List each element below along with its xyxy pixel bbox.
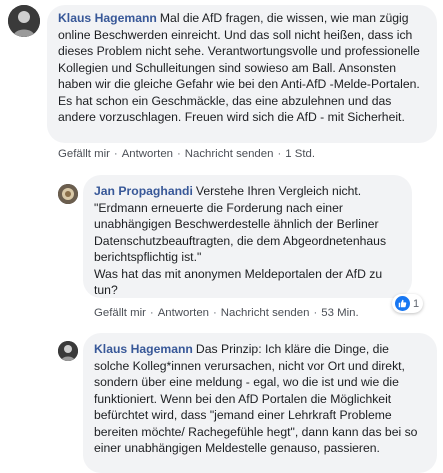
comment-text: Mal die AfD fragen, die wissen, wie man … [58,11,420,124]
profile-photo-icon [58,184,78,204]
comment-author[interactable]: Jan Propaghandi [94,184,193,198]
separator: · [177,148,181,160]
timestamp[interactable]: 1 Std. [285,148,315,160]
separator: · [277,148,282,160]
send-message-link[interactable]: Nachricht senden [185,148,274,160]
comment-actions: Gefällt mir · Antworten · Nachricht senden · 5… [94,307,359,319]
profile-photo-icon [8,5,40,37]
comment-author[interactable]: Klaus Hagemann [58,11,157,25]
separator: · [149,307,154,319]
comment-text: Verstehe Ihren Vergleich nicht. "Erdmann… [94,184,387,297]
timestamp[interactable]: 53 Min. [321,307,358,319]
avatar[interactable] [58,184,78,204]
separator: · [113,148,118,160]
profile-photo-icon [58,341,78,361]
like-link[interactable]: Gefällt mir [58,148,110,160]
comment-author[interactable]: Klaus Hagemann [94,342,193,356]
reaction-badge[interactable]: 1 [392,294,424,313]
comment-actions: Gefällt mir · Antworten · Nachricht senden · 1… [58,148,315,160]
comment-bubble: Klaus Hagemann Das Prinzip: Ich kläre die… [83,333,437,473]
reaction-count: 1 [413,297,420,310]
reply-link[interactable]: Antworten [122,148,173,160]
comment-text: Das Prinzip: Ich kläre die Dinge, die so… [94,342,418,455]
separator: · [313,307,318,319]
comment-bubble: Jan Propaghandi Verstehe Ihren Vergleich … [83,175,412,298]
comment-bubble: Klaus Hagemann Mal die AfD fragen, die wi… [47,5,437,143]
like-icon [395,296,410,311]
avatar[interactable] [8,5,40,37]
send-message-link[interactable]: Nachricht senden [221,307,310,319]
avatar[interactable] [58,341,78,361]
reply-link[interactable]: Antworten [158,307,209,319]
separator: · [213,307,217,319]
like-link[interactable]: Gefällt mir [94,307,146,319]
